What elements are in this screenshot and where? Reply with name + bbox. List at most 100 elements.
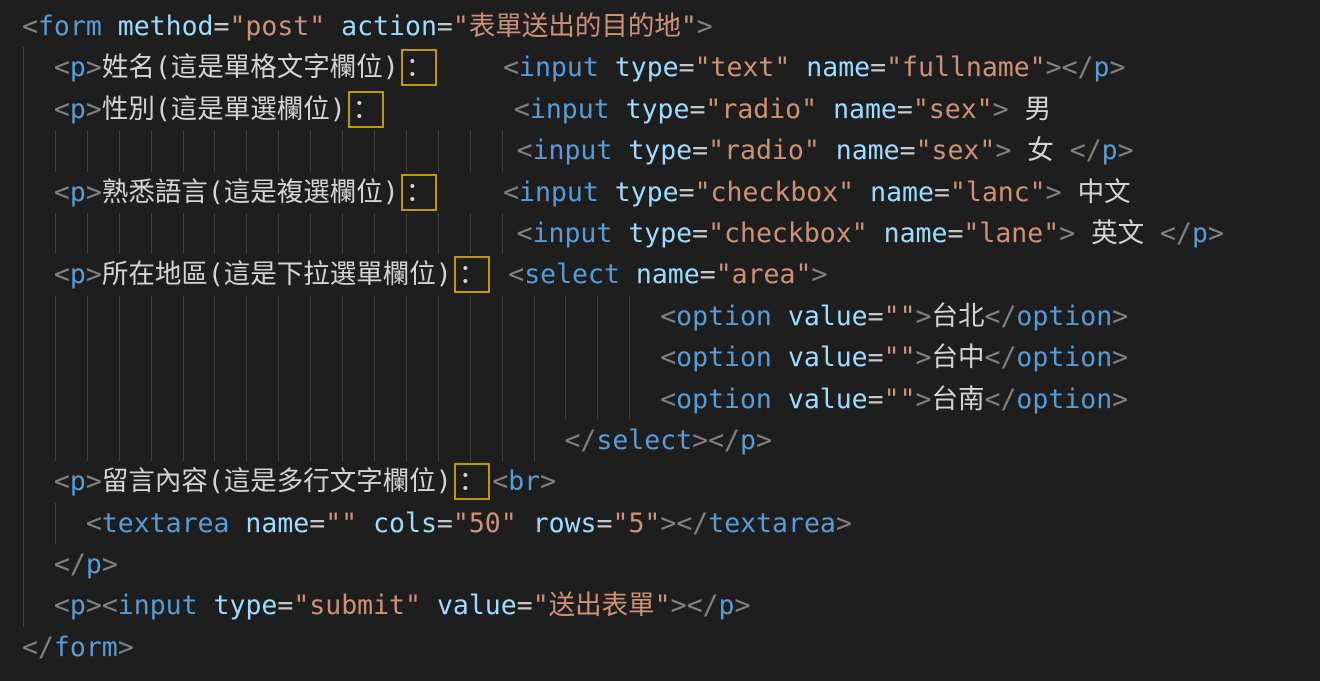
code-token-attr: value bbox=[788, 384, 868, 415]
code-token-str: "checkbox" bbox=[695, 177, 855, 208]
indent-guide bbox=[406, 213, 407, 254]
indent-guide bbox=[214, 296, 215, 337]
indent-guide bbox=[23, 213, 24, 254]
indent-guide bbox=[438, 420, 439, 461]
code-editor[interactable]: <form method="post" action="表單送出的目的地"> <… bbox=[0, 0, 1320, 681]
code-token-tag: p bbox=[1102, 135, 1118, 166]
code-token-tag: form bbox=[38, 11, 102, 42]
indent-guide bbox=[438, 296, 439, 337]
indent-guide bbox=[87, 130, 88, 171]
indent-guide bbox=[406, 420, 407, 461]
code-token-txt bbox=[421, 590, 437, 621]
code-line[interactable]: <option value="">台中</option> bbox=[22, 337, 1320, 378]
code-token-punc: </ bbox=[54, 549, 86, 580]
indent-guide bbox=[87, 379, 88, 420]
code-token-attr: rows bbox=[533, 508, 597, 539]
code-line[interactable]: </select></p> bbox=[22, 420, 1320, 461]
indent-guide bbox=[597, 379, 598, 420]
indent-guide bbox=[278, 379, 279, 420]
code-token-txt bbox=[820, 135, 836, 166]
code-line[interactable]: <option value="">台北</option> bbox=[22, 296, 1320, 337]
indent-guide bbox=[23, 130, 24, 171]
indent-guide bbox=[87, 337, 88, 378]
code-token-tag: option bbox=[1016, 301, 1112, 332]
code-token-txt bbox=[439, 52, 503, 83]
code-token-punc: < bbox=[508, 259, 524, 290]
code-token-attr: type bbox=[628, 218, 692, 249]
code-token-str: "lanc" bbox=[950, 177, 1046, 208]
code-token-txt: 姓名(這是單格文字欄位) bbox=[102, 52, 399, 83]
code-line[interactable]: </p> bbox=[22, 544, 1320, 585]
code-token-eq: = bbox=[692, 218, 708, 249]
code-token-punc: > bbox=[1046, 177, 1062, 208]
code-token-attr: name bbox=[870, 177, 934, 208]
indent-guide bbox=[246, 337, 247, 378]
code-token-punc: > bbox=[86, 259, 102, 290]
code-token-tag: p bbox=[86, 549, 102, 580]
code-token-punc: < bbox=[492, 466, 508, 497]
code-token-attr: value bbox=[788, 301, 868, 332]
code-token-eq: = bbox=[277, 590, 293, 621]
indent-guide bbox=[214, 337, 215, 378]
code-token-txt: 台南 bbox=[932, 384, 985, 415]
code-token-txt bbox=[22, 52, 54, 83]
code-line[interactable]: <input type="checkbox" name="lane"> 英文 <… bbox=[22, 213, 1320, 254]
code-line[interactable]: <p>留言內容(這是多行文字欄位)：<br> bbox=[22, 461, 1320, 502]
code-line[interactable]: </form> bbox=[22, 627, 1320, 668]
code-token-attr: method bbox=[118, 11, 214, 42]
code-token-eq: = bbox=[679, 177, 695, 208]
indent-guide bbox=[342, 296, 343, 337]
code-token-punc: > bbox=[86, 52, 102, 83]
code-token-eq: = bbox=[900, 135, 916, 166]
indent-guide bbox=[438, 213, 439, 254]
code-token-txt: 台北 bbox=[932, 301, 985, 332]
indent-guide bbox=[374, 296, 375, 337]
code-token-punc: < bbox=[54, 52, 70, 83]
code-token-punc: </ bbox=[985, 301, 1017, 332]
indent-guide bbox=[278, 213, 279, 254]
code-line[interactable]: <input type="radio" name="sex"> 女 </p> bbox=[22, 130, 1320, 171]
code-line[interactable]: <p>所在地區(這是下拉選單欄位)： <select name="area"> bbox=[22, 254, 1320, 295]
code-token-tag: textarea bbox=[708, 508, 836, 539]
code-token-tag: p bbox=[740, 425, 756, 456]
code-token-punc: ></ bbox=[1046, 52, 1094, 83]
code-token-punc: > bbox=[1112, 342, 1128, 373]
code-token-punc: </ bbox=[985, 342, 1017, 373]
code-token-str: "checkbox" bbox=[708, 218, 868, 249]
code-token-txt bbox=[357, 508, 373, 539]
code-token-str: "submit" bbox=[293, 590, 421, 621]
code-token-punc: > bbox=[916, 342, 932, 373]
code-token-str: "area" bbox=[716, 259, 812, 290]
indent-guide bbox=[151, 130, 152, 171]
indent-guide bbox=[183, 213, 184, 254]
code-line[interactable]: <form method="post" action="表單送出的目的地"> bbox=[22, 6, 1320, 47]
code-token-punc: > bbox=[1059, 218, 1075, 249]
indent-guide bbox=[310, 337, 311, 378]
code-line[interactable]: <p>熟悉語言(這是複選欄位)： <input type="checkbox" … bbox=[22, 172, 1320, 213]
code-token-txt bbox=[599, 177, 615, 208]
code-token-str: "送出表單" bbox=[533, 590, 671, 621]
code-token-txt: 性別(這是單選欄位) bbox=[102, 94, 346, 125]
code-token-punc: </ bbox=[1070, 135, 1102, 166]
code-line[interactable]: <option value="">台南</option> bbox=[22, 379, 1320, 420]
code-token-str: "" bbox=[325, 508, 357, 539]
code-line[interactable]: <p><input type="submit" value="送出表單"></p… bbox=[22, 585, 1320, 626]
code-token-txt bbox=[22, 135, 517, 166]
indent-guide bbox=[23, 47, 24, 88]
indent-guide bbox=[23, 420, 24, 461]
indent-guide bbox=[55, 337, 56, 378]
unicode-highlight-colon: ： bbox=[454, 256, 491, 293]
code-token-punc: < bbox=[503, 177, 519, 208]
indent-guide bbox=[214, 213, 215, 254]
indent-guide bbox=[406, 296, 407, 337]
code-token-str: "sex" bbox=[913, 94, 993, 125]
indent-guide bbox=[151, 213, 152, 254]
code-line[interactable]: <textarea name="" cols="50" rows="5"></t… bbox=[22, 503, 1320, 544]
indent-guide bbox=[23, 544, 24, 585]
code-line[interactable]: <p>性別(這是單選欄位)： <input type="radio" name=… bbox=[22, 89, 1320, 130]
code-line[interactable]: <p>姓名(這是單格文字欄位)： <input type="text" name… bbox=[22, 47, 1320, 88]
code-token-punc: > bbox=[734, 590, 750, 621]
indent-guide bbox=[534, 337, 535, 378]
code-token-punc: > bbox=[86, 94, 102, 125]
indent-guide bbox=[278, 296, 279, 337]
